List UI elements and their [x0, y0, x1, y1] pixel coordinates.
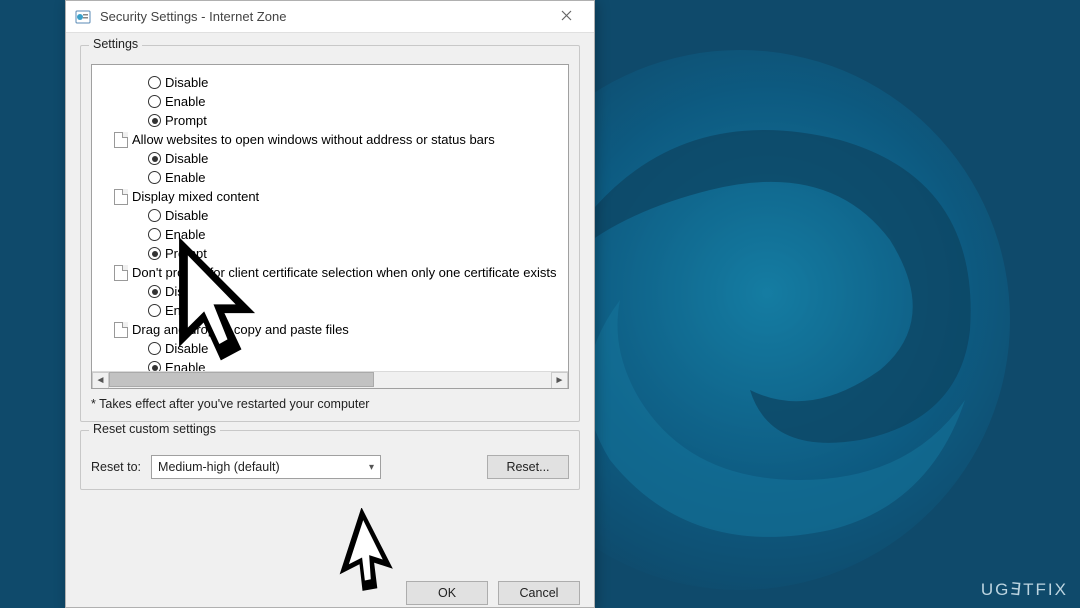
- horizontal-scrollbar[interactable]: ◄ ►: [92, 371, 568, 388]
- radio-icon: [148, 304, 161, 317]
- radio-icon: [148, 285, 161, 298]
- restart-note: * Takes effect after you've restarted yo…: [91, 397, 569, 411]
- radio-icon: [148, 171, 161, 184]
- reset-level-combobox[interactable]: Medium-high (default) ▾: [151, 455, 381, 479]
- combo-selected-value: Medium-high (default): [158, 460, 280, 474]
- tree-group-label[interactable]: Drag and drop or copy and paste files: [104, 320, 568, 339]
- tree-group-label[interactable]: Display mixed content: [104, 187, 568, 206]
- radio-icon: [148, 76, 161, 89]
- radio-option[interactable]: Enable: [118, 168, 568, 187]
- titlebar[interactable]: Security Settings - Internet Zone: [66, 1, 594, 33]
- reset-groupbox: Reset custom settings Reset to: Medium-h…: [80, 430, 580, 490]
- radio-option[interactable]: Disable: [118, 282, 568, 301]
- page-icon: [114, 189, 128, 205]
- radio-option[interactable]: Prompt: [118, 244, 568, 263]
- window-title: Security Settings - Internet Zone: [100, 9, 286, 24]
- radio-icon: [148, 152, 161, 165]
- security-settings-dialog: Security Settings - Internet Zone Settin…: [65, 0, 595, 608]
- dialog-icon: [74, 8, 92, 26]
- settings-tree-scroll[interactable]: Disable Enable Prompt: [92, 65, 568, 388]
- dialog-button-row: OK Cancel: [66, 573, 594, 607]
- radio-icon: [148, 95, 161, 108]
- radio-option[interactable]: Enable: [118, 225, 568, 244]
- radio-option[interactable]: Disable: [118, 339, 568, 358]
- tree-group-label[interactable]: Allow websites to open windows without a…: [104, 130, 568, 149]
- reset-button[interactable]: Reset...: [487, 455, 569, 479]
- radio-icon: [148, 114, 161, 127]
- page-icon: [114, 265, 128, 281]
- radio-option[interactable]: Prompt: [118, 111, 568, 130]
- chevron-down-icon: ▾: [369, 462, 374, 473]
- cancel-button[interactable]: Cancel: [498, 581, 580, 605]
- close-button[interactable]: [546, 3, 586, 31]
- radio-icon: [148, 209, 161, 222]
- scroll-right-icon[interactable]: ►: [551, 372, 568, 389]
- tree-group-label[interactable]: Don't prompt for client certificate sele…: [104, 263, 568, 282]
- settings-groupbox: Settings Disable Enable: [80, 45, 580, 422]
- radio-icon: [148, 247, 161, 260]
- watermark: UG∃TFIX: [981, 580, 1068, 600]
- settings-legend: Settings: [89, 37, 142, 51]
- scroll-left-icon[interactable]: ◄: [92, 372, 109, 389]
- radio-icon: [148, 342, 161, 355]
- radio-option[interactable]: Disable: [118, 149, 568, 168]
- radio-option[interactable]: Enable: [118, 92, 568, 111]
- radio-option[interactable]: Enable: [118, 301, 568, 320]
- close-icon: [561, 8, 572, 25]
- radio-option[interactable]: Disable: [118, 73, 568, 92]
- radio-icon: [148, 228, 161, 241]
- reset-legend: Reset custom settings: [89, 422, 220, 436]
- page-icon: [114, 322, 128, 338]
- reset-to-label: Reset to:: [91, 460, 141, 474]
- settings-tree: Disable Enable Prompt: [91, 64, 569, 389]
- radio-option[interactable]: Disable: [118, 206, 568, 225]
- ok-button[interactable]: OK: [406, 581, 488, 605]
- page-icon: [114, 132, 128, 148]
